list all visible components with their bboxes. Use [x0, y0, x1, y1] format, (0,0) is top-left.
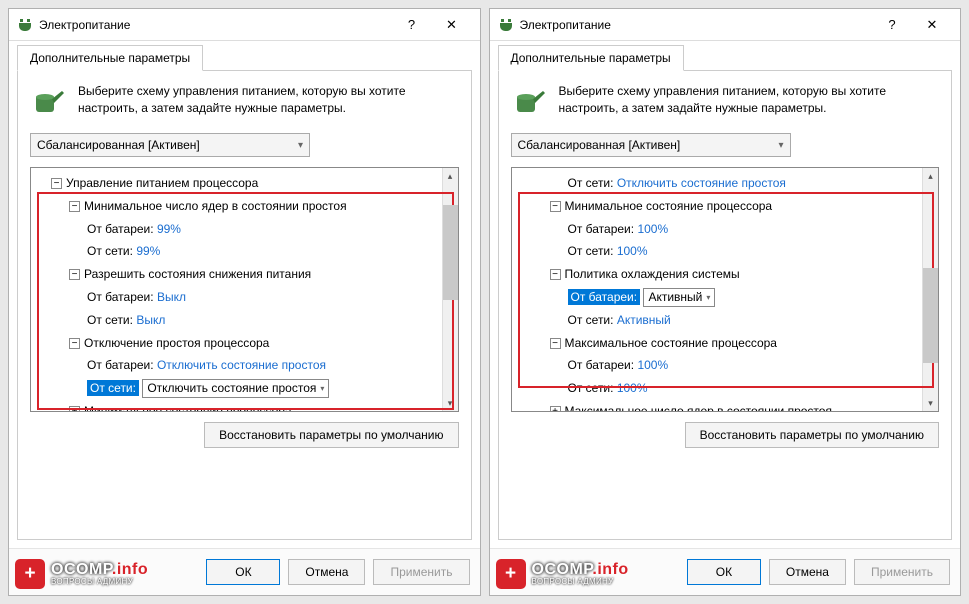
power-plug-icon — [17, 17, 33, 33]
scroll-up-icon[interactable]: ▴ — [923, 168, 938, 184]
dialog-buttons: + OCOMP.info ВОПРОСЫ АДМИНУ ОК Отмена Пр… — [490, 548, 961, 595]
help-button[interactable]: ? — [392, 11, 432, 39]
apply-button[interactable]: Применить — [854, 559, 950, 585]
watermark: + OCOMP.info ВОПРОСЫ АДМИНУ — [15, 559, 148, 589]
power-plan-dropdown[interactable]: Сбалансированная [Активен] ▾ — [30, 133, 310, 157]
chevron-down-icon: ▾ — [778, 140, 783, 151]
titlebar: Электропитание ? ✕ — [9, 9, 480, 41]
tree-node[interactable]: −Отключение простоя процессора — [37, 332, 436, 355]
ok-button[interactable]: ОК — [206, 559, 280, 585]
tree-leaf[interactable]: От батареи: 99% — [37, 218, 436, 241]
advanced-settings-panel: Выберите схему управления питанием, кото… — [17, 70, 472, 540]
restore-row: Восстановить параметры по умолчанию — [30, 422, 459, 448]
scrollbar[interactable]: ▴ ▾ — [442, 168, 458, 411]
power-options-window-right: Электропитание ? ✕ Дополнительные параме… — [489, 8, 962, 596]
tree-leaf[interactable]: От батареи: Отключить состояние простоя — [37, 354, 436, 377]
restore-defaults-button[interactable]: Восстановить параметры по умолчанию — [204, 422, 458, 448]
window-title: Электропитание — [39, 18, 392, 32]
close-icon: ✕ — [927, 17, 938, 33]
intro-text: Выберите схему управления питанием, кото… — [78, 83, 459, 119]
advanced-settings-panel: Выберите схему управления питанием, кото… — [498, 70, 953, 540]
tree-node[interactable]: +Максимальное число ядер в состоянии про… — [518, 400, 917, 411]
collapse-icon[interactable]: − — [550, 269, 561, 280]
collapse-icon[interactable]: − — [69, 338, 80, 349]
tree-leaf[interactable]: От сети: Выкл — [37, 309, 436, 332]
tree-leaf-selected[interactable]: От батареи: Активный▾ — [518, 286, 917, 309]
power-options-window-left: Электропитание ? ✕ Дополнительные параме… — [8, 8, 481, 596]
tree-node[interactable]: −Управление питанием процессора — [37, 172, 436, 195]
restore-defaults-button[interactable]: Восстановить параметры по умолчанию — [685, 422, 939, 448]
tab-advanced-settings[interactable]: Дополнительные параметры — [17, 45, 203, 71]
scroll-thumb[interactable] — [443, 205, 458, 300]
ok-button[interactable]: ОК — [687, 559, 761, 585]
intro-text: Выберите схему управления питанием, кото… — [559, 83, 940, 119]
tree-leaf[interactable]: От сети: Отключить состояние простоя — [518, 172, 917, 195]
tree-leaf[interactable]: От сети: 100% — [518, 377, 917, 400]
watermark-badge-icon: + — [15, 559, 45, 589]
value-combobox[interactable]: Активный▾ — [643, 288, 715, 307]
tree-leaf[interactable]: От батареи: 100% — [518, 218, 917, 241]
chevron-down-icon: ▾ — [320, 381, 324, 396]
tree-leaf[interactable]: От сети: 100% — [518, 240, 917, 263]
tree-leaf-selected[interactable]: От сети: Отключить состояние простоя▾ — [37, 377, 436, 400]
power-plan-dropdown[interactable]: Сбалансированная [Активен] ▾ — [511, 133, 791, 157]
close-button[interactable]: ✕ — [912, 11, 952, 39]
value-combobox[interactable]: Отключить состояние простоя▾ — [142, 379, 329, 398]
apply-button[interactable]: Применить — [373, 559, 469, 585]
close-icon: ✕ — [446, 17, 457, 33]
scroll-down-icon[interactable]: ▾ — [923, 395, 938, 411]
tab-row: Дополнительные параметры — [490, 41, 961, 71]
expand-icon[interactable]: + — [69, 406, 80, 411]
restore-row: Восстановить параметры по умолчанию — [511, 422, 940, 448]
intro-block: Выберите схему управления питанием, кото… — [511, 83, 940, 119]
close-button[interactable]: ✕ — [432, 11, 472, 39]
tree-node[interactable]: −Минимальное состояние процессора — [518, 195, 917, 218]
tab-row: Дополнительные параметры — [9, 41, 480, 71]
window-title: Электропитание — [520, 18, 873, 32]
watering-can-icon — [30, 83, 66, 119]
tab-advanced-settings[interactable]: Дополнительные параметры — [498, 45, 684, 71]
tree-leaf[interactable]: От батареи: 100% — [518, 354, 917, 377]
cancel-button[interactable]: Отмена — [288, 559, 365, 585]
chevron-down-icon: ▾ — [706, 290, 710, 305]
scroll-down-icon[interactable]: ▾ — [443, 395, 458, 411]
collapse-icon[interactable]: − — [550, 338, 561, 349]
watermark-badge-icon: + — [496, 559, 526, 589]
scroll-thumb[interactable] — [923, 268, 938, 363]
collapse-icon[interactable]: − — [51, 178, 62, 189]
titlebar: Электропитание ? ✕ — [490, 9, 961, 41]
dialog-buttons: + OCOMP.info ВОПРОСЫ АДМИНУ ОК Отмена Пр… — [9, 548, 480, 595]
tree-leaf[interactable]: От сети: Активный — [518, 309, 917, 332]
collapse-icon[interactable]: − — [550, 201, 561, 212]
settings-tree: От сети: Отключить состояние простоя −Ми… — [511, 167, 940, 412]
scroll-up-icon[interactable]: ▴ — [443, 168, 458, 184]
tree-node[interactable]: −Разрешить состояния снижения питания — [37, 263, 436, 286]
power-plan-value: Сбалансированная [Активен] — [37, 138, 200, 152]
watering-can-icon — [511, 83, 547, 119]
tree-node[interactable]: −Минимальное число ядер в состоянии прос… — [37, 195, 436, 218]
tree-leaf[interactable]: От сети: 99% — [37, 240, 436, 263]
chevron-down-icon: ▾ — [298, 140, 303, 151]
tree-node[interactable]: −Максимальное состояние процессора — [518, 332, 917, 355]
settings-tree: −Управление питанием процессора −Минимал… — [30, 167, 459, 412]
collapse-icon[interactable]: − — [69, 201, 80, 212]
power-plug-icon — [498, 17, 514, 33]
watermark: + OCOMP.info ВОПРОСЫ АДМИНУ — [496, 559, 629, 589]
power-plan-value: Сбалансированная [Активен] — [518, 138, 681, 152]
tree-node[interactable]: −Политика охлаждения системы — [518, 263, 917, 286]
intro-block: Выберите схему управления питанием, кото… — [30, 83, 459, 119]
collapse-icon[interactable]: − — [69, 269, 80, 280]
scrollbar[interactable]: ▴ ▾ — [922, 168, 938, 411]
cancel-button[interactable]: Отмена — [769, 559, 846, 585]
expand-icon[interactable]: + — [550, 406, 561, 411]
tree-node[interactable]: +Минимальное состояние процессора — [37, 400, 436, 411]
tree-leaf[interactable]: От батареи: Выкл — [37, 286, 436, 309]
help-button[interactable]: ? — [872, 11, 912, 39]
